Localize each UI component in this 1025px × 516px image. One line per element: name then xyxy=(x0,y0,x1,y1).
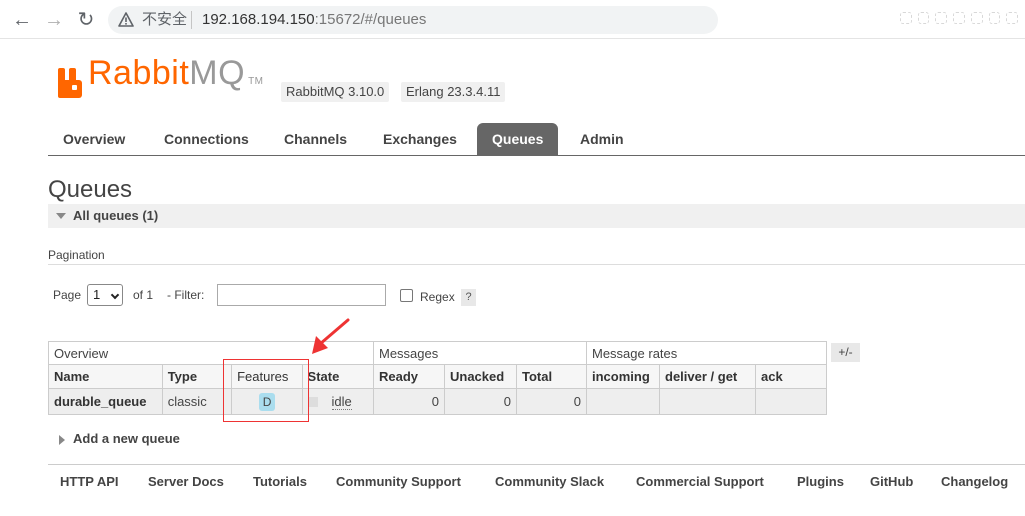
state-indicator-icon xyxy=(307,397,318,407)
logo-mq-text: MQ xyxy=(189,54,246,92)
extension-icon[interactable] xyxy=(917,12,930,24)
tab-connections[interactable]: Connections xyxy=(149,123,264,155)
tab-overview[interactable]: Overview xyxy=(48,123,140,155)
queue-name-cell: durable_queue xyxy=(48,388,163,415)
deliver-get-rate-cell xyxy=(659,388,756,415)
queue-state-cell: idle xyxy=(301,388,375,415)
annotation-arrow-icon xyxy=(312,318,350,354)
chevron-down-icon xyxy=(110,290,120,300)
extension-icon[interactable] xyxy=(970,12,983,24)
extension-icons xyxy=(900,9,1019,27)
group-messages-header: Messages xyxy=(373,341,587,365)
warning-icon xyxy=(118,12,134,27)
page-label: Page xyxy=(53,288,82,302)
reload-icon[interactable]: ↻ xyxy=(74,8,98,32)
logo-tm-text: TM xyxy=(248,76,264,87)
footer-link-community-support[interactable]: Community Support xyxy=(336,474,461,489)
col-unacked-header[interactable]: Unacked xyxy=(444,364,517,389)
url-text: 192.168.194.150:15672/#/queues xyxy=(202,6,426,34)
footer-link-plugins[interactable]: Plugins xyxy=(797,474,844,489)
table-row: durable_queue classic D idle 0 0 0 xyxy=(48,388,827,415)
address-divider xyxy=(191,11,192,29)
all-queues-section-toggle[interactable]: All queues (1) xyxy=(48,204,1025,228)
annotation-highlight-box xyxy=(223,359,309,422)
queue-name-link[interactable]: durable_queue xyxy=(54,394,146,409)
col-type-header[interactable]: Type xyxy=(161,364,233,389)
queues-table: Overview Messages Message rates Name Typ… xyxy=(48,341,827,415)
logo-wordmark: RabbitMQ TM xyxy=(88,55,264,100)
rabbitmq-logo-icon xyxy=(58,68,82,98)
col-deliver-get-header[interactable]: deliver / get xyxy=(659,364,756,389)
regex-checkbox[interactable] xyxy=(400,289,413,302)
filter-label: - Filter: xyxy=(167,288,205,302)
extension-icon[interactable] xyxy=(953,12,965,24)
footer-link-tutorials[interactable]: Tutorials xyxy=(253,474,307,489)
tab-admin[interactable]: Admin xyxy=(565,123,639,155)
col-total-header[interactable]: Total xyxy=(516,364,587,389)
logo-rabbit-text: Rabbit xyxy=(88,54,190,92)
pagination-label: Pagination xyxy=(48,248,105,262)
insecure-label: 不安全 xyxy=(142,11,188,28)
extension-icon[interactable] xyxy=(900,12,912,24)
regex-help-button[interactable]: ? xyxy=(461,289,476,306)
main-nav-tabs: Overview Connections Channels Exchanges … xyxy=(48,123,1025,156)
extension-icon[interactable] xyxy=(1006,12,1019,24)
incoming-rate-cell xyxy=(586,388,660,415)
footer-link-changelog[interactable]: Changelog xyxy=(941,474,1008,489)
back-arrow-icon[interactable]: ← xyxy=(10,8,34,32)
add-new-queue-toggle[interactable]: Add a new queue xyxy=(73,431,180,446)
queue-type-cell: classic xyxy=(161,388,233,415)
pagination-divider xyxy=(48,264,1025,265)
url-host: 192.168.194.150 xyxy=(202,11,315,28)
browser-toolbar: ← → ↻ 不安全 192.168.194.150:15672/#/queues xyxy=(0,0,1025,39)
address-bar[interactable]: 不安全 192.168.194.150:15672/#/queues xyxy=(108,6,718,34)
col-ready-header[interactable]: Ready xyxy=(373,364,445,389)
section-title: All queues (1) xyxy=(73,208,159,223)
footer-link-commercial-support[interactable]: Commercial Support xyxy=(636,474,764,489)
ready-count-cell: 0 xyxy=(373,388,445,415)
page-count-label: of 1 xyxy=(133,288,154,302)
regex-label: Regex xyxy=(420,290,455,304)
col-incoming-header[interactable]: incoming xyxy=(586,364,660,389)
expand-triangle-icon xyxy=(59,435,65,445)
col-state-header[interactable]: State xyxy=(301,364,375,389)
col-ack-header[interactable]: ack xyxy=(755,364,827,389)
total-count-cell: 0 xyxy=(516,388,587,415)
rabbitmq-version-badge: RabbitMQ 3.10.0 xyxy=(281,82,390,102)
group-message-rates-header: Message rates xyxy=(586,341,827,365)
collapse-triangle-icon xyxy=(56,213,66,219)
unacked-count-cell: 0 xyxy=(444,388,517,415)
page-select[interactable]: 1 xyxy=(87,284,123,306)
filter-input[interactable] xyxy=(217,284,386,306)
col-name-header[interactable]: Name xyxy=(48,364,163,389)
forward-arrow-icon[interactable]: → xyxy=(42,8,66,32)
ack-rate-cell xyxy=(755,388,827,415)
rabbitmq-logo[interactable]: RabbitMQ TM xyxy=(58,55,264,100)
footer-link-community-slack[interactable]: Community Slack xyxy=(495,474,604,489)
queue-state-text: idle xyxy=(331,394,352,410)
extension-icon[interactable] xyxy=(935,12,948,24)
footer-link-server-docs[interactable]: Server Docs xyxy=(148,474,224,489)
footer-link-http-api[interactable]: HTTP API xyxy=(60,474,119,489)
tab-channels[interactable]: Channels xyxy=(269,123,362,155)
page-title: Queues xyxy=(48,176,133,203)
tab-exchanges[interactable]: Exchanges xyxy=(368,123,472,155)
erlang-version-badge: Erlang 23.3.4.11 xyxy=(401,82,506,102)
column-toggle-button[interactable]: +/- xyxy=(831,343,860,362)
url-path: :15672/#/queues xyxy=(314,11,427,28)
tab-queues[interactable]: Queues xyxy=(477,123,559,155)
page-select-value: 1 xyxy=(93,287,101,302)
footer-divider xyxy=(48,464,1025,465)
footer-link-github[interactable]: GitHub xyxy=(870,474,913,489)
extension-icon[interactable] xyxy=(988,12,1001,24)
